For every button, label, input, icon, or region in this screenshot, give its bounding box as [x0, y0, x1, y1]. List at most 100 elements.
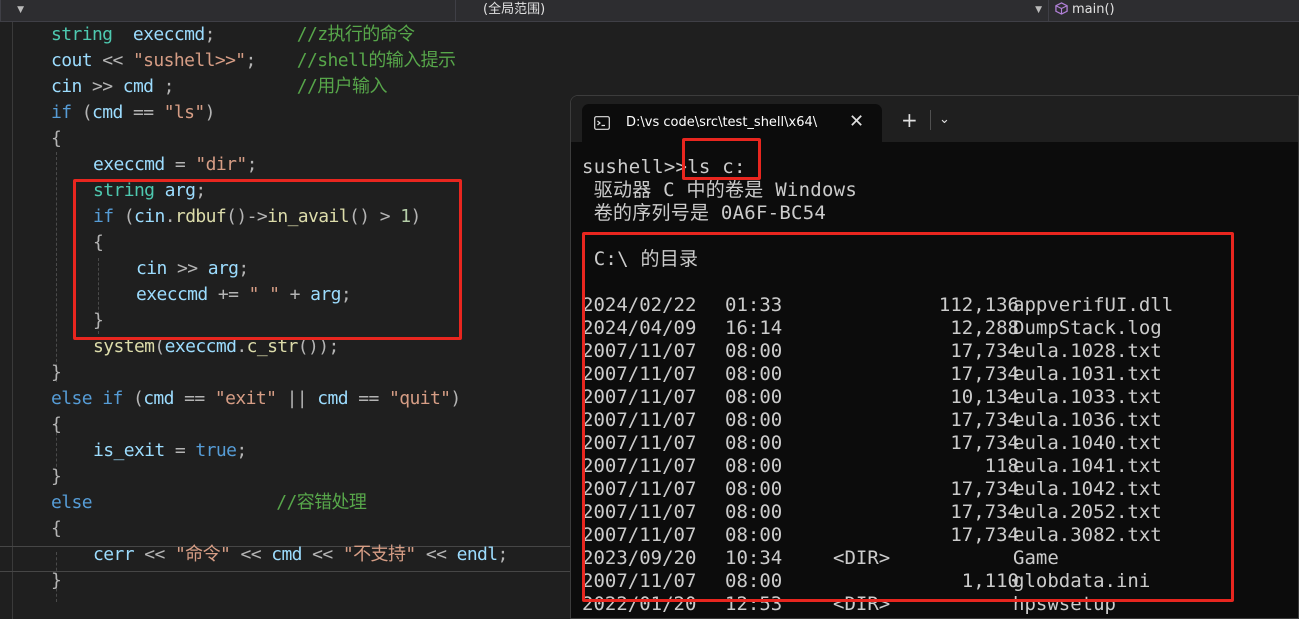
code-token: cmd	[122, 76, 154, 97]
code-token: else	[51, 388, 93, 409]
function-dropdown[interactable]: main()	[1048, 0, 1299, 21]
code-token: ==	[358, 388, 379, 409]
code-token: //容错处理	[276, 492, 367, 513]
code-token: is_exit	[93, 440, 165, 461]
code-line[interactable]: else //容错处理	[51, 490, 367, 516]
code-token: cmd	[317, 388, 349, 409]
code-token: ;	[163, 76, 175, 97]
terminal-tab-title: D:\vs code\src\test_shell\x64\	[626, 115, 818, 130]
code-line[interactable]: }	[51, 464, 62, 490]
code-token: true	[195, 440, 237, 461]
code-line[interactable]: if (cmd == "ls")	[51, 100, 216, 126]
code-token: cmd	[271, 544, 302, 565]
code-token: cin	[51, 76, 82, 97]
code-line[interactable]: {	[51, 516, 62, 542]
code-token: cerr	[93, 544, 135, 565]
code-token: (	[132, 388, 144, 409]
code-token: "不支持"	[342, 544, 416, 565]
code-token: if	[51, 102, 72, 123]
annotation-box-command	[682, 138, 761, 180]
code-token: else	[51, 492, 93, 513]
code-token: endl	[456, 544, 499, 565]
code-token: ;	[497, 544, 509, 565]
volume-info-line: 驱动器 C 中的卷是 Windows	[582, 179, 858, 201]
code-token: {	[51, 414, 62, 435]
code-token: //用户输入	[296, 76, 388, 97]
new-tab-button[interactable]: +	[901, 108, 918, 132]
code-line[interactable]: string execcmd; //z执行的命令	[51, 22, 415, 48]
function-label: main()	[1072, 2, 1115, 17]
code-token: {	[51, 518, 62, 539]
code-token: {	[51, 128, 62, 149]
code-line[interactable]: cin >> cmd ; //用户输入	[51, 74, 387, 100]
code-line[interactable]: else if (cmd == "exit" || cmd == "quit")	[51, 386, 461, 412]
code-token: "quit"	[389, 388, 451, 409]
code-line[interactable]: cout << "sushell>>"; //shell的输入提示	[51, 48, 456, 74]
code-token: <<	[144, 544, 165, 565]
chevron-down-icon[interactable]: ⌄	[939, 112, 950, 127]
code-line[interactable]: {	[51, 126, 62, 152]
console-icon	[594, 116, 610, 130]
indent-guide	[56, 152, 57, 382]
code-line[interactable]: }	[51, 568, 62, 594]
code-token: "ls"	[163, 102, 206, 123]
close-icon[interactable]: ✕	[849, 111, 864, 132]
code-token: //shell的输入提示	[296, 50, 456, 71]
code-line[interactable]: {	[51, 412, 62, 438]
code-token: )	[450, 388, 461, 409]
code-token: cmd	[91, 102, 123, 123]
code-line[interactable]: cerr << "命令" << cmd << "不支持" << endl;	[93, 542, 508, 568]
titlebar-divider	[930, 110, 931, 130]
code-line[interactable]: }	[51, 360, 62, 386]
scope-label: (全局范围)	[483, 2, 546, 17]
code-token: =	[174, 440, 186, 461]
scope-dropdown[interactable]: (全局范围) ▼	[455, 0, 1048, 21]
code-token: "exit"	[214, 388, 277, 409]
code-token: ;	[246, 154, 258, 175]
code-token: }	[51, 362, 62, 383]
chevron-down-icon: ▼	[17, 5, 24, 15]
code-token: //z执行的命令	[296, 24, 415, 45]
navigation-bar: ▼ (全局范围) ▼ main()	[0, 0, 1299, 22]
code-line[interactable]: is_exit = true;	[93, 438, 247, 464]
code-token: execcmd	[132, 24, 205, 45]
code-token: <<	[102, 50, 123, 71]
code-token: <<	[312, 544, 333, 565]
code-line[interactable]: execcmd = "dir";	[93, 152, 257, 178]
project-dropdown-remnant[interactable]: ▼	[0, 0, 30, 21]
code-token: <<	[425, 544, 447, 565]
code-token: >>	[91, 76, 113, 97]
code-token: ;	[204, 24, 216, 45]
terminal-tab[interactable]: D:\vs code\src\test_shell\x64\ ✕	[582, 104, 882, 142]
code-token: "命令"	[174, 544, 231, 565]
code-token: ;	[245, 50, 257, 71]
code-token: cout	[51, 50, 93, 71]
code-token: string	[51, 24, 113, 45]
code-token: }	[51, 570, 62, 591]
